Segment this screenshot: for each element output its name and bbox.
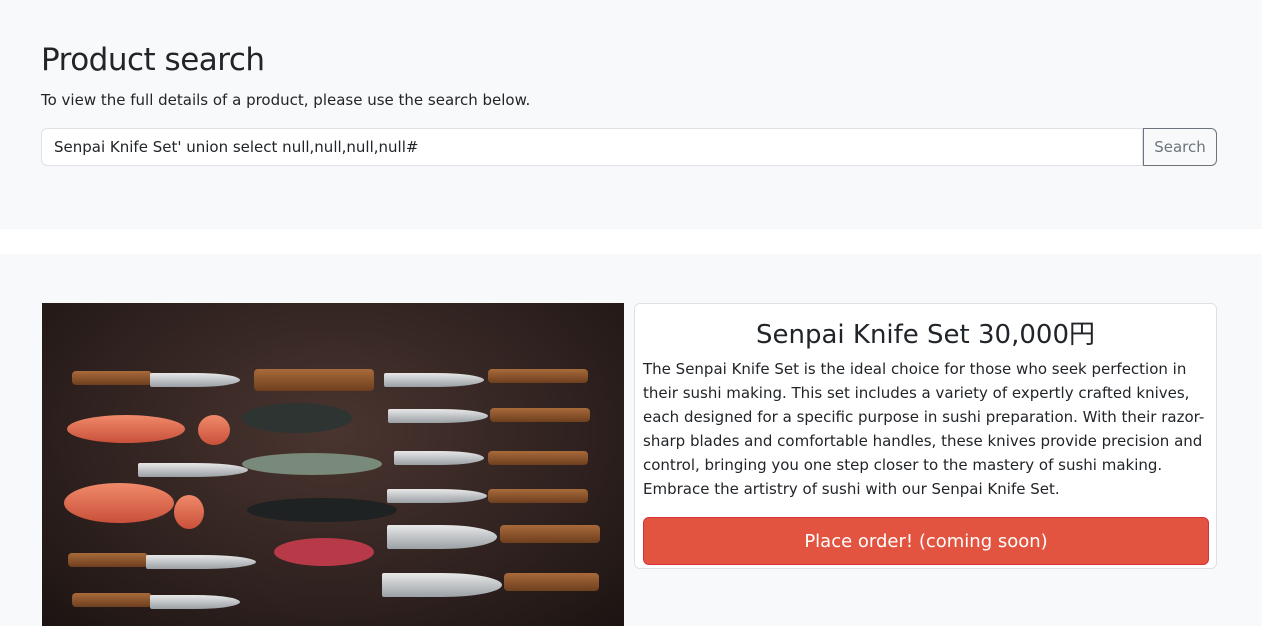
page-subtitle: To view the full details of a product, p… <box>41 91 531 109</box>
search-form: Search <box>41 128 1217 166</box>
page-title: Product search <box>41 42 265 78</box>
place-order-button[interactable]: Place order! (coming soon) <box>643 517 1209 565</box>
product-description: The Senpai Knife Set is the ideal choice… <box>643 360 1205 498</box>
product-card: Senpai Knife Set 30,000円 The Senpai Knif… <box>634 303 1217 569</box>
product-title: Senpai Knife Set 30,000円 <box>755 320 1095 350</box>
search-input[interactable] <box>41 128 1143 166</box>
search-button[interactable]: Search <box>1143 128 1217 166</box>
search-section: Product search To view the full details … <box>0 0 1262 229</box>
product-image <box>42 303 624 626</box>
